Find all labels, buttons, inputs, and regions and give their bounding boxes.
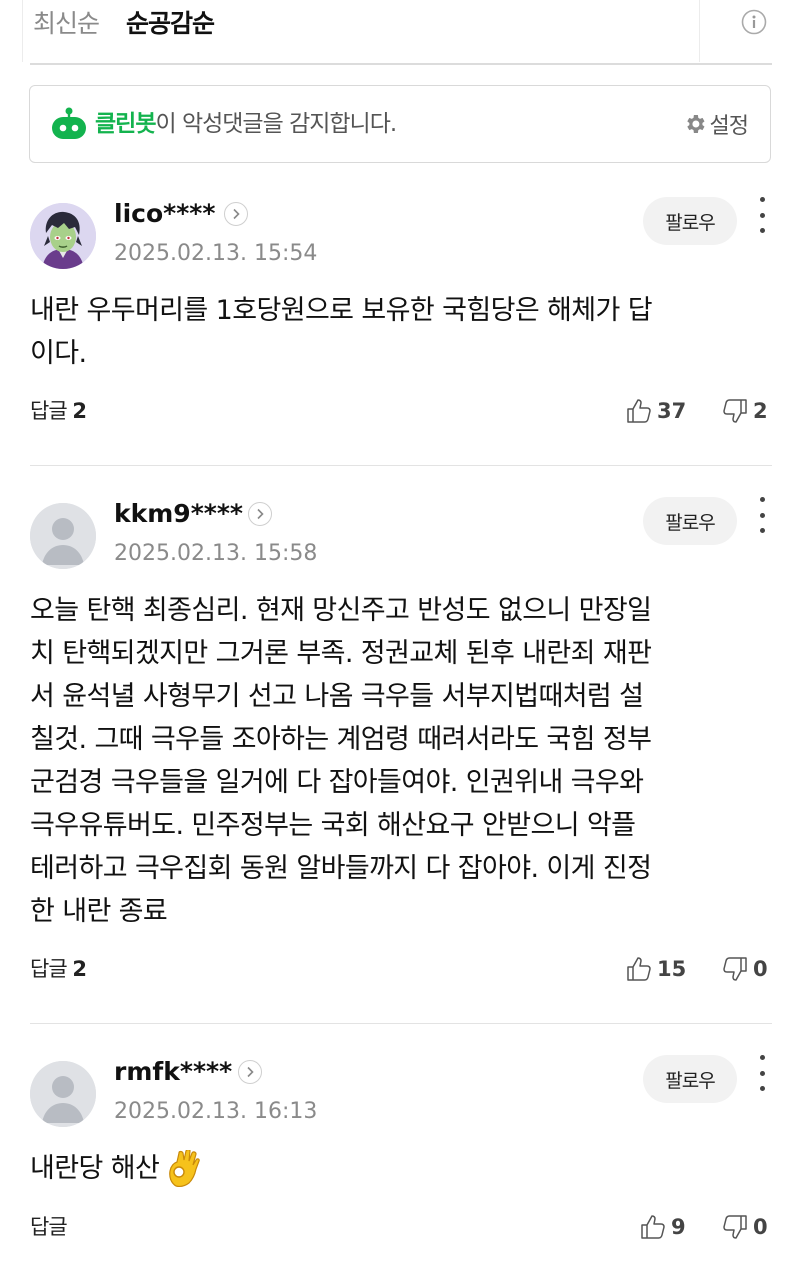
more-options-button[interactable] [752,497,772,533]
more-dot-icon [759,497,765,502]
cleanbot-settings-button[interactable]: 설정 [683,106,749,142]
gear-icon [686,115,705,133]
info-icon[interactable] [741,9,767,35]
thumbs-up-icon [641,1215,665,1239]
avatar[interactable] [30,503,96,569]
cleanbot-banner: 클린봇이 악성댓글을 감지합니다. 설정 [29,85,771,163]
more-dot-icon [759,1086,765,1091]
more-dot-icon [759,212,765,218]
comment-username[interactable]: lico**** [114,197,215,231]
profile-link-button[interactable] [238,1060,262,1084]
more-options-button[interactable] [752,1055,772,1091]
profile-link-button[interactable] [248,502,272,526]
sort-bar-divider-left [22,0,23,62]
reply-button[interactable]: 답글 2 [30,954,87,984]
cleanbot-message: 클린봇이 악성댓글을 감지합니다. [95,106,397,142]
chevron-right-icon [233,208,240,220]
reply-label: 답글 [30,1215,68,1239]
comment-text: 내란당 해산 [30,1153,160,1184]
dislike-button[interactable]: 2 [722,396,768,426]
comment-timestamp: 2025.02.13. 15:58 [114,541,318,566]
sort-bar-divider-right [699,0,700,62]
follow-button[interactable]: 팔로우 [643,197,737,245]
follow-button[interactable]: 팔로우 [643,497,737,545]
more-dot-icon [759,228,765,233]
cleanbot-name: 클린봇 [95,111,156,137]
chevron-right-icon [257,508,264,520]
like-button[interactable]: 37 [626,396,686,426]
default-avatar-icon [30,1061,96,1127]
sort-tab-popular[interactable]: 순공감순 [126,6,215,42]
like-count: 37 [657,399,687,423]
comment-divider [30,465,772,466]
comment-text: 오늘 탄핵 최종심리. 현재 망신주고 반성도 없으니 만장일 치 탄핵되겠지만… [30,595,652,927]
more-dot-icon [759,1055,765,1060]
avatar[interactable] [30,203,96,269]
reply-label: 답글 [30,957,68,981]
like-count: 15 [657,957,687,981]
reply-count: 2 [72,399,87,423]
profile-link-button[interactable] [224,202,248,226]
sort-tab-recent[interactable]: 최신순 [33,6,100,42]
dislike-count: 0 [753,957,768,981]
thumbs-up-icon [627,957,651,981]
comment-username[interactable]: rmfk**** [114,1055,232,1089]
default-avatar-icon [30,503,96,569]
avatar[interactable] [30,1061,96,1127]
thumbs-down-icon [723,957,747,981]
comment-text: 내란 우두머리를 1호당원으로 보유한 국힘당은 해체가 답 이다. [30,295,653,369]
comment-text-row: 내란당 해산 [30,1147,770,1190]
settings-label: 설정 [709,114,749,139]
ok-hand-emoji-icon [169,1149,200,1187]
reply-button[interactable]: 답글 [30,1212,68,1242]
like-button[interactable]: 9 [640,1212,686,1242]
more-dot-icon [759,512,765,518]
dislike-count: 0 [753,1215,768,1239]
thumbs-up-icon [627,399,651,423]
comment-timestamp: 2025.02.13. 16:13 [114,1099,318,1124]
follow-button[interactable]: 팔로우 [643,1055,737,1103]
more-dot-icon [759,197,765,202]
cartoon-avatar-image [30,203,96,269]
dislike-button[interactable]: 0 [722,954,768,984]
dislike-count: 2 [753,399,768,423]
dislike-button[interactable]: 0 [722,1212,768,1242]
thumbs-down-icon [723,1215,747,1239]
more-dot-icon [759,1070,765,1076]
reply-count: 2 [72,957,87,981]
cleanbot-robot-icon [52,107,86,139]
thumbs-down-icon [723,399,747,423]
comment-username[interactable]: kkm9**** [114,497,243,531]
reply-button[interactable]: 답글 2 [30,396,87,426]
like-button[interactable]: 15 [626,954,686,984]
more-dot-icon [759,528,765,533]
like-count: 9 [671,1215,686,1239]
cleanbot-message-text: 이 악성댓글을 감지합니다. [155,111,397,137]
comment-divider [30,1023,772,1024]
sort-bar: 최신순 순공감순 [0,0,800,65]
comment-timestamp: 2025.02.13. 15:54 [114,241,318,266]
chevron-right-icon [247,1066,254,1078]
sort-bar-underline [30,63,772,65]
more-options-button[interactable] [752,197,772,233]
reply-label: 답글 [30,399,68,423]
